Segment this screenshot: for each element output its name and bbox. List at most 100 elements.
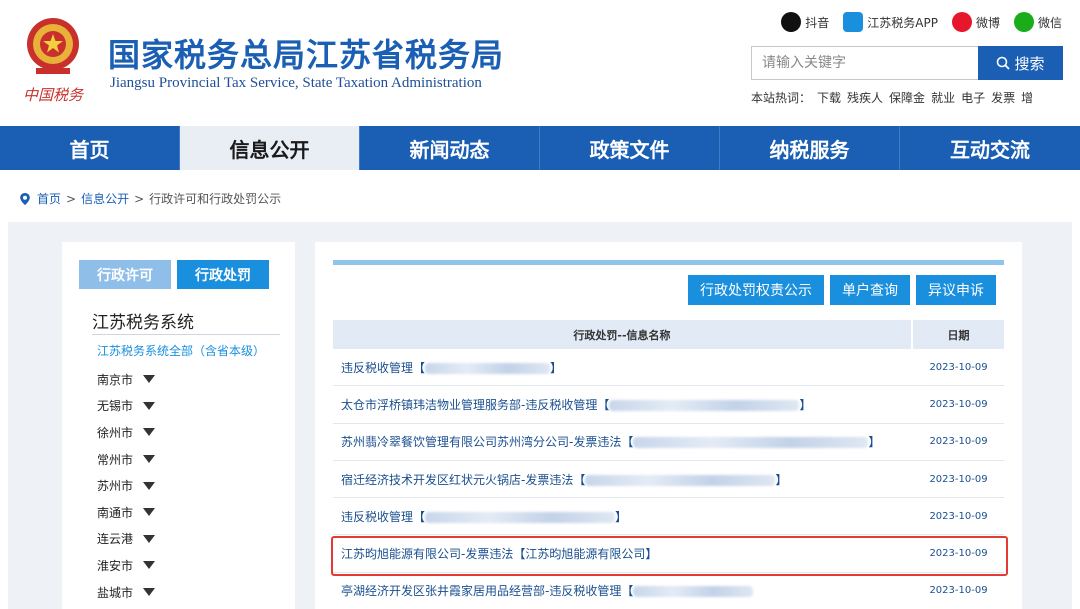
- table-row-highlighted[interactable]: 江苏昀旭能源有限公司-发票违法【江苏昀旭能源有限公司】 2023-10-09: [331, 535, 1008, 577]
- city-label: 淮安市: [97, 558, 134, 573]
- city-label: 常州市: [97, 452, 134, 467]
- sidebar-tabs: 行政许可 行政处罚: [79, 260, 269, 289]
- content-top-bar: [333, 260, 1004, 265]
- nav-interaction[interactable]: 互动交流: [900, 126, 1080, 170]
- city-item[interactable]: 南通市: [97, 499, 156, 526]
- tax-emblem-logo[interactable]: 中国税务: [20, 14, 86, 110]
- column-header-name: 行政处罚--信息名称: [333, 320, 911, 349]
- city-item[interactable]: 淮安市: [97, 552, 156, 579]
- breadcrumb-current: 行政许可和行政处罚公示: [149, 192, 282, 206]
- hot-word[interactable]: 下载: [817, 89, 841, 106]
- row-name[interactable]: 江苏昀旭能源有限公司-发票违法【江苏昀旭能源有限公司】: [333, 545, 913, 562]
- caret-down-icon[interactable]: [143, 561, 156, 570]
- caret-down-icon[interactable]: [143, 455, 156, 464]
- row-date: 2023-10-09: [929, 398, 988, 410]
- breadcrumb: 首页 > 信息公开 > 行政许可和行政处罚公示: [18, 190, 281, 207]
- nav-home[interactable]: 首页: [0, 126, 180, 170]
- row-name[interactable]: 宿迁经济技术开发区红状元火锅店-发票违法【 】: [333, 471, 913, 488]
- social-links: 抖音 江苏税务APP 微博 微信: [781, 12, 1062, 32]
- city-item[interactable]: 苏州市: [97, 472, 156, 499]
- table-row[interactable]: 苏州翡冷翠餐饮管理有限公司苏州湾分公司-发票违法【 】 2023-10-09: [333, 424, 1004, 461]
- tab-admin-license[interactable]: 行政许可: [79, 260, 171, 289]
- objection-appeal-button[interactable]: 异议申诉: [916, 275, 996, 305]
- hot-word[interactable]: 残疾人: [847, 89, 883, 106]
- social-tiktok[interactable]: 抖音: [781, 12, 829, 32]
- hot-word[interactable]: 发票: [991, 89, 1015, 106]
- search-input[interactable]: [751, 46, 978, 80]
- row-name-tail: 】: [775, 472, 788, 487]
- nav-tax-service[interactable]: 纳税服务: [720, 126, 900, 170]
- search-button[interactable]: 搜索: [978, 46, 1063, 80]
- row-name[interactable]: 苏州翡冷翠餐饮管理有限公司苏州湾分公司-发票违法【 】: [333, 433, 913, 450]
- city-label: 南京市: [97, 372, 134, 387]
- caret-down-icon[interactable]: [143, 428, 156, 437]
- breadcrumb-info[interactable]: 信息公开: [81, 190, 129, 207]
- penalty-disclosure-button[interactable]: 行政处罚权责公示: [688, 275, 824, 305]
- site-title: 国家税务总局江苏省税务局: [108, 36, 505, 74]
- caret-down-icon[interactable]: [143, 375, 156, 384]
- single-query-button[interactable]: 单户查询: [830, 275, 910, 305]
- caret-down-icon[interactable]: [143, 534, 156, 543]
- hot-word[interactable]: 电子: [961, 89, 985, 106]
- redacted-text: [585, 474, 776, 486]
- hot-words-label: 本站热词：: [751, 91, 812, 105]
- row-name[interactable]: 太仓市浮桥镇玮洁物业管理服务部-违反税收管理【 】: [333, 396, 913, 413]
- row-name-text: 宿迁经济技术开发区红状元火锅店-发票违法【: [341, 472, 586, 487]
- row-name[interactable]: 亭湖经济开发区张井霞家居用品经营部-违反税收管理【: [333, 582, 913, 599]
- search-button-label: 搜索: [1014, 54, 1045, 73]
- tab-admin-penalty[interactable]: 行政处罚: [177, 260, 269, 289]
- city-item[interactable]: 常州市: [97, 446, 156, 473]
- social-wechat[interactable]: 微信: [1013, 12, 1062, 32]
- nav-info-disclosure[interactable]: 信息公开: [180, 126, 360, 170]
- sidebar: 行政许可 行政处罚 江苏税务系统 江苏税务系统全部（含省本级） 南京市 无锡市 …: [62, 242, 295, 609]
- row-name[interactable]: 违反税收管理【 】: [333, 508, 913, 525]
- redacted-text: [633, 437, 869, 449]
- nav-policy[interactable]: 政策文件: [540, 126, 720, 170]
- hot-word[interactable]: 增: [1021, 89, 1033, 106]
- site-subtitle: Jiangsu Provincial Tax Service, State Ta…: [110, 75, 482, 91]
- row-date: 2023-10-09: [929, 548, 988, 560]
- row-name-text: 违反税收管理【: [341, 360, 426, 375]
- social-app[interactable]: 江苏税务APP: [843, 12, 938, 32]
- social-label: 江苏税务APP: [867, 15, 938, 30]
- search-icon: [997, 56, 1011, 70]
- action-buttons: 行政处罚权责公示 单户查询 异议申诉: [688, 275, 996, 305]
- location-pin-icon: [20, 192, 30, 205]
- row-date: 2023-10-09: [929, 510, 988, 522]
- redacted-text: [633, 586, 754, 598]
- city-item[interactable]: 连云港: [97, 526, 156, 553]
- hot-word[interactable]: 就业: [931, 89, 955, 106]
- city-label: 连云港: [97, 532, 134, 547]
- caret-down-icon[interactable]: [143, 588, 156, 597]
- social-label: 抖音: [805, 15, 830, 30]
- table-row[interactable]: 宿迁经济技术开发区红状元火锅店-发票违法【 】 2023-10-09: [333, 461, 1004, 499]
- nav-news[interactable]: 新闻动态: [360, 126, 540, 170]
- table-row[interactable]: 太仓市浮桥镇玮洁物业管理服务部-违反税收管理【 】 2023-10-09: [333, 386, 1004, 424]
- city-item[interactable]: 盐城市: [97, 579, 156, 606]
- sidebar-all-link[interactable]: 江苏税务系统全部（含省本级）: [97, 342, 265, 359]
- social-weibo[interactable]: 微博: [951, 12, 1000, 32]
- city-label: 苏州市: [97, 479, 134, 494]
- weibo-icon: [951, 12, 972, 32]
- city-label: 盐城市: [97, 585, 134, 600]
- tiktok-icon: [781, 12, 802, 32]
- redacted-text: [425, 362, 551, 374]
- content-panel: 行政处罚权责公示 单户查询 异议申诉 行政处罚--信息名称 日期 违反税收管理【…: [315, 242, 1022, 609]
- caret-down-icon[interactable]: [143, 481, 156, 490]
- breadcrumb-home[interactable]: 首页: [37, 190, 61, 207]
- site-header: 中国税务 国家税务总局江苏省税务局 Jiangsu Provincial Tax…: [0, 0, 1080, 126]
- city-item[interactable]: 徐州市: [97, 419, 156, 446]
- caret-down-icon[interactable]: [143, 401, 156, 410]
- table-row[interactable]: 亭湖经济开发区张井霞家居用品经营部-违反税收管理【 2023-10-09: [333, 573, 1004, 609]
- row-name[interactable]: 违反税收管理【 】: [333, 359, 913, 376]
- city-item[interactable]: 南京市: [97, 366, 156, 393]
- city-label: 无锡市: [97, 399, 134, 414]
- caret-down-icon[interactable]: [143, 508, 156, 517]
- table-row[interactable]: 违反税收管理【 】 2023-10-09: [333, 498, 1004, 536]
- main-nav: 首页 信息公开 新闻动态 政策文件 纳税服务 互动交流: [0, 126, 1080, 170]
- hot-word[interactable]: 保障金: [889, 89, 925, 106]
- row-date: 2023-10-09: [929, 473, 988, 485]
- city-item[interactable]: 无锡市: [97, 393, 156, 420]
- table-row[interactable]: 违反税收管理【 】 2023-10-09: [333, 349, 1004, 387]
- breadcrumb-separator: >: [134, 191, 145, 206]
